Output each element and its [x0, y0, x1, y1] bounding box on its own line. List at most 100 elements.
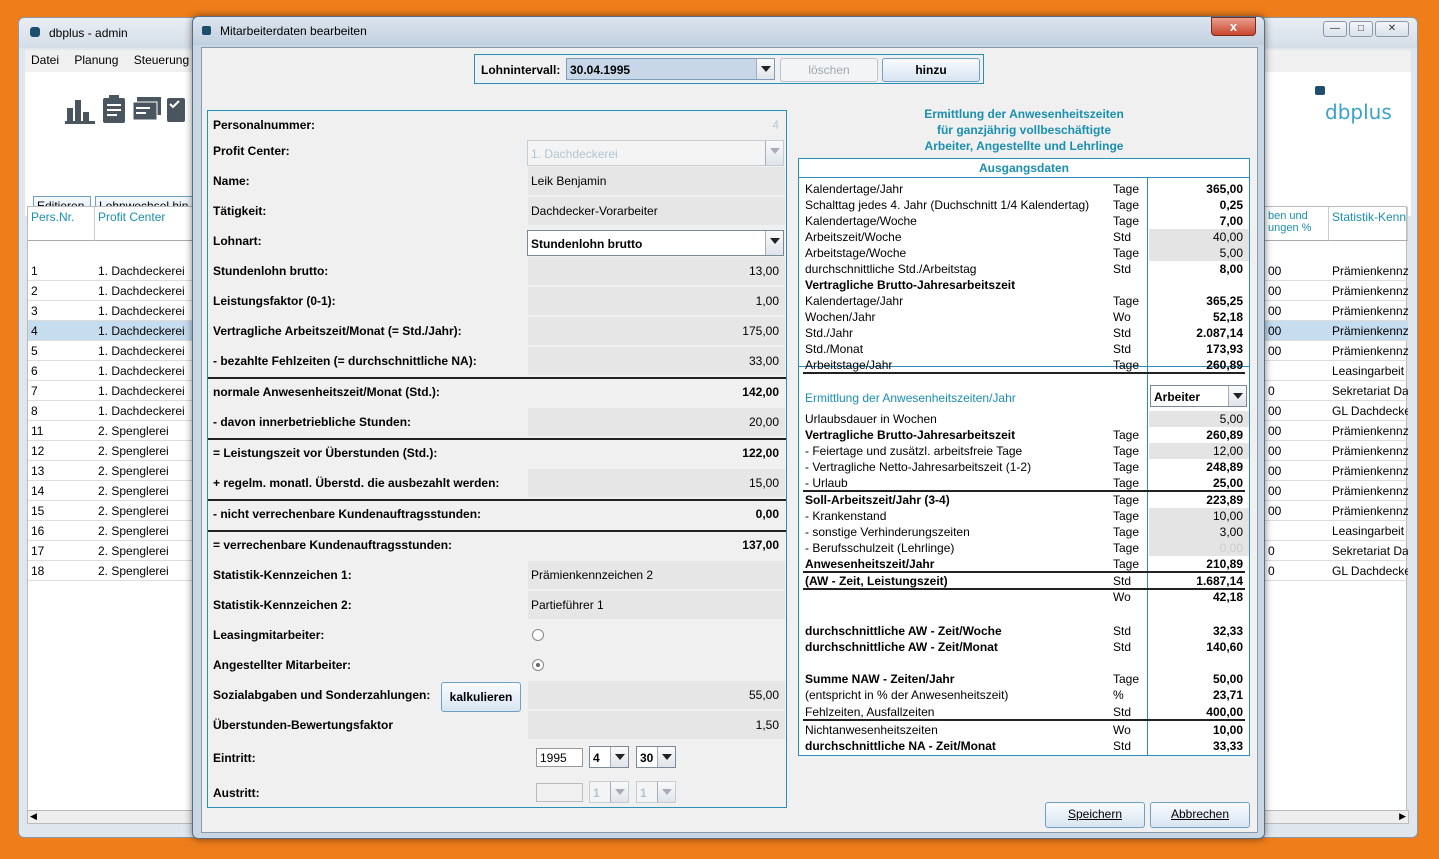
- form-select[interactable]: Stundenlohn brutto: [527, 230, 784, 256]
- table-row[interactable]: Leasingarbeit: [1265, 521, 1408, 541]
- form-field[interactable]: 20,00: [528, 408, 785, 436]
- form-select[interactable]: 1. Dachdeckerei: [527, 140, 784, 166]
- form-field[interactable]: Dachdecker-Vorarbeiter: [528, 197, 785, 225]
- calc-row: durchschnittliche Std./Arbeitstag Std 8,00: [799, 261, 1249, 277]
- table-row[interactable]: 4 1. Dachdeckerei: [28, 321, 198, 341]
- scroll-right-icon[interactable]: ▶: [1399, 811, 1406, 822]
- chevron-down-icon[interactable]: [610, 782, 628, 802]
- worker-type-select[interactable]: Arbeiter: [1150, 385, 1247, 407]
- table-row[interactable]: 12 2. Spenglerei: [28, 441, 198, 461]
- form-field[interactable]: 13,00: [528, 257, 785, 285]
- form-field[interactable]: 15,00: [528, 469, 785, 497]
- form-field[interactable]: 175,00: [528, 317, 785, 345]
- form-field[interactable]: 122,00: [528, 439, 785, 467]
- maximize-button[interactable]: □: [1349, 21, 1373, 37]
- calc-row: Soll-Arbeitszeit/Jahr (3-4) Tage 223,89: [799, 492, 1249, 508]
- table-row[interactable]: 5 1. Dachdeckerei: [28, 341, 198, 361]
- calc-unit: Tage: [1113, 493, 1140, 507]
- table-row[interactable]: 3 1. Dachdeckerei: [28, 301, 198, 321]
- table-row[interactable]: 18 2. Spenglerei: [28, 561, 198, 581]
- table-row[interactable]: 14 2. Spenglerei: [28, 481, 198, 501]
- chevron-down-icon[interactable]: [657, 747, 675, 767]
- col-header-persnr[interactable]: Pers.Nr.: [28, 207, 95, 241]
- form-field[interactable]: Prämienkennzeichen 2: [528, 561, 785, 589]
- chevron-down-icon[interactable]: [765, 141, 783, 165]
- main-close-button[interactable]: ✕: [1375, 21, 1409, 37]
- cancel-button[interactable]: Abbrechen: [1150, 802, 1250, 828]
- entry-day-select[interactable]: 30: [636, 746, 676, 768]
- table-row[interactable]: 6 1. Dachdeckerei: [28, 361, 198, 381]
- chevron-down-icon[interactable]: [756, 59, 774, 79]
- form-field[interactable]: 0,00: [528, 500, 785, 528]
- table-row[interactable]: 00 GL Dachdecke: [1265, 401, 1408, 421]
- exit-year-input[interactable]: [536, 783, 583, 802]
- table-row[interactable]: 17 2. Spenglerei: [28, 541, 198, 561]
- interval-select[interactable]: 30.04.1995: [566, 58, 775, 80]
- table-row[interactable]: Leasingarbeit: [1265, 361, 1408, 381]
- col-header-profit-center[interactable]: Profit Center: [95, 207, 198, 241]
- calculate-button[interactable]: kalkulieren: [441, 682, 521, 712]
- table-row[interactable]: 8 1. Dachdeckerei: [28, 401, 198, 421]
- table-row[interactable]: 00 Prämienkennz: [1265, 261, 1408, 281]
- form-field[interactable]: Partieführer 1: [528, 591, 785, 619]
- table-row[interactable]: 00 Prämienkennz: [1265, 301, 1408, 321]
- form-field[interactable]: 33,00: [528, 347, 785, 375]
- form-field[interactable]: 142,00: [528, 378, 785, 406]
- checklist-icon[interactable]: [167, 94, 185, 124]
- table-row[interactable]: 0 Sekretariat Da: [1265, 381, 1408, 401]
- menu-steuerung[interactable]: Steuerung: [128, 50, 195, 70]
- calc-value: 400,00: [1206, 705, 1243, 719]
- table-row[interactable]: 13 2. Spenglerei: [28, 461, 198, 481]
- exit-month-select[interactable]: 1: [589, 781, 629, 803]
- col-header-statistik[interactable]: Statistik-Kenn: [1329, 207, 1408, 241]
- table-row[interactable]: 7 1. Dachdeckerei: [28, 381, 198, 401]
- exit-day-select[interactable]: 1: [636, 781, 676, 803]
- chevron-down-icon[interactable]: [1228, 386, 1246, 406]
- table-row[interactable]: 15 2. Spenglerei: [28, 501, 198, 521]
- chevron-down-icon[interactable]: [657, 782, 675, 802]
- entry-month-select[interactable]: 4: [589, 746, 629, 768]
- table-row[interactable]: 00 Prämienkennz: [1265, 441, 1408, 461]
- delete-interval-button[interactable]: löschen: [780, 58, 878, 82]
- menu-planung[interactable]: Planung: [68, 50, 124, 70]
- table-row[interactable]: 0 Sekretariat Da: [1265, 541, 1408, 561]
- col-header-contribution[interactable]: ben und ungen %: [1265, 207, 1329, 241]
- scroll-left-icon[interactable]: ◀: [30, 811, 37, 822]
- form-field[interactable]: Leik Benjamin: [528, 167, 785, 195]
- dialog-close-button[interactable]: x: [1211, 17, 1256, 36]
- save-button[interactable]: Speichern: [1045, 802, 1145, 828]
- table-row[interactable]: 11 2. Spenglerei: [28, 421, 198, 441]
- table-row[interactable]: 0 GL Dachdecke: [1265, 561, 1408, 581]
- table-row[interactable]: 2 1. Dachdeckerei: [28, 281, 198, 301]
- radio-button[interactable]: [532, 629, 544, 641]
- menu-datei[interactable]: Datei: [25, 50, 65, 70]
- table-row[interactable]: 16 2. Spenglerei: [28, 521, 198, 541]
- table-row[interactable]: 00 Prämienkennz: [1265, 321, 1408, 341]
- table-row[interactable]: 00 Prämienkennz: [1265, 461, 1408, 481]
- table-row[interactable]: 00 Prämienkennz: [1265, 481, 1408, 501]
- cards-icon[interactable]: [131, 94, 161, 124]
- calc-label: (AW - Zeit, Leistungszeit): [805, 574, 948, 588]
- table-row[interactable]: 00 Prämienkennz: [1265, 281, 1408, 301]
- chevron-down-icon[interactable]: [765, 231, 783, 255]
- add-interval-button[interactable]: hinzu: [882, 58, 980, 82]
- minimize-button[interactable]: —: [1323, 21, 1347, 37]
- calc-unit: Std: [1113, 640, 1132, 654]
- cell-profit-center: 1. Dachdeckerei: [98, 284, 185, 298]
- clipboard-icon[interactable]: [99, 94, 129, 124]
- table-row[interactable]: 1 1. Dachdeckerei: [28, 261, 198, 281]
- table-row[interactable]: 00 Prämienkennz: [1265, 501, 1408, 521]
- cell-profit-center: 1. Dachdeckerei: [98, 384, 185, 398]
- calc-label: durchschnittliche NA - Zeit/Monat: [805, 739, 996, 753]
- form-field[interactable]: 1,50: [528, 711, 785, 739]
- entry-year-input[interactable]: 1995: [536, 748, 583, 767]
- form-field[interactable]: 1,00: [528, 287, 785, 315]
- form-field[interactable]: 55,00: [528, 681, 785, 709]
- form-field[interactable]: 137,00: [528, 531, 785, 559]
- chevron-down-icon[interactable]: [610, 747, 628, 767]
- table-row[interactable]: 00 Prämienkennz: [1265, 341, 1408, 361]
- table-row[interactable]: 00 Prämienkennz: [1265, 421, 1408, 441]
- exit-month-value: 1: [593, 786, 600, 800]
- radio-button[interactable]: [532, 659, 544, 671]
- chart-icon[interactable]: [65, 94, 95, 124]
